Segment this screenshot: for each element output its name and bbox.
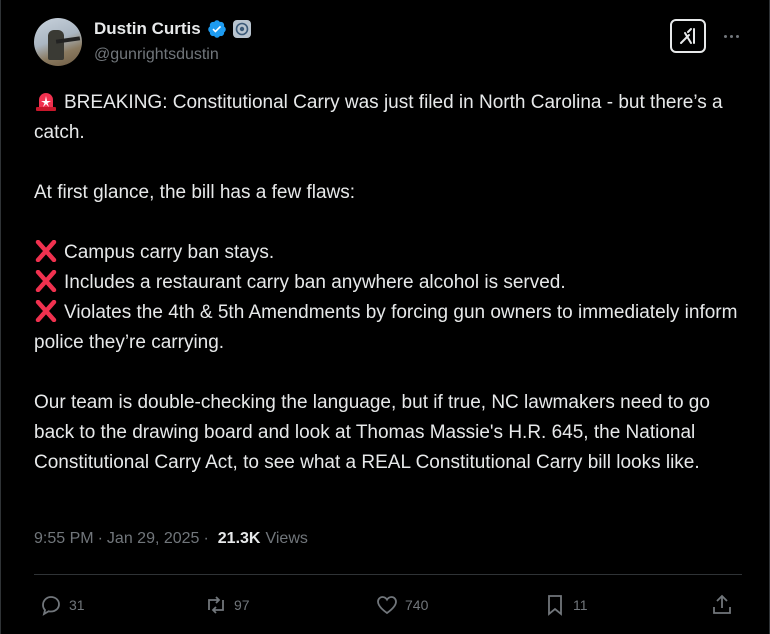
police-siren-icon: [36, 93, 56, 111]
grok-icon[interactable]: [670, 19, 706, 53]
red-cross-icon: [35, 240, 57, 262]
tweet-line-breaking: BREAKING: Constitutional Carry was just …: [34, 92, 723, 143]
tweet-card: Dustin Curtis @gunrightsdustin BREAKING:…: [0, 0, 770, 634]
bookmark-button[interactable]: 11: [543, 588, 588, 622]
divider: [34, 574, 742, 575]
red-cross-icon: [35, 300, 57, 322]
share-icon: [713, 594, 731, 614]
red-cross-icon: [35, 270, 57, 292]
views-count: 21.3K: [217, 530, 261, 547]
author-handle[interactable]: @gunrightsdustin: [94, 46, 219, 64]
repost-button[interactable]: 97: [204, 588, 250, 622]
reply-count: 31: [69, 597, 85, 613]
tweet-paragraph: BREAKING: Constitutional Carry was just …: [34, 88, 749, 148]
tweet-text: BREAKING: Constitutional Carry was just …: [34, 88, 749, 478]
like-button[interactable]: 740: [375, 588, 428, 622]
bookmark-count: 11: [573, 597, 588, 613]
reply-button[interactable]: 31: [39, 588, 85, 622]
repost-icon: [208, 596, 224, 614]
flaw-item: Includes a restaurant carry ban anywhere…: [34, 268, 749, 298]
tweet-time[interactable]: 9:55 PM: [34, 530, 94, 548]
more-options-icon[interactable]: [719, 24, 743, 48]
flaw-item: Violates the 4th & 5th Amendments by for…: [34, 300, 738, 353]
action-bar: 31 97 740 11: [34, 588, 742, 622]
tweet-date[interactable]: Jan 29, 2025: [107, 530, 200, 548]
views-label: Views: [265, 530, 308, 547]
organization-badge-icon[interactable]: [232, 20, 251, 38]
flaw-item: Campus carry ban stays.: [34, 238, 749, 268]
meta-separator: ·: [97, 530, 103, 547]
heart-icon: [377, 596, 397, 615]
bookmark-icon: [548, 595, 562, 616]
author-row: Dustin Curtis: [94, 19, 251, 39]
meta-separator: ·: [203, 530, 209, 547]
repost-count: 97: [234, 597, 250, 613]
reply-icon: [42, 596, 60, 616]
avatar[interactable]: [34, 18, 82, 66]
like-count: 740: [405, 597, 429, 613]
tweet-line-intro: At first glance, the bill has a few flaw…: [34, 182, 356, 203]
verified-icon[interactable]: [207, 19, 227, 39]
tweet-meta: 9:55 PM · Jan 29, 2025 · 21.3K Views: [34, 530, 308, 548]
share-button[interactable]: [710, 588, 734, 622]
author-name[interactable]: Dustin Curtis: [94, 19, 201, 39]
tweet-line-closing: Our team is double-checking the language…: [34, 392, 710, 473]
